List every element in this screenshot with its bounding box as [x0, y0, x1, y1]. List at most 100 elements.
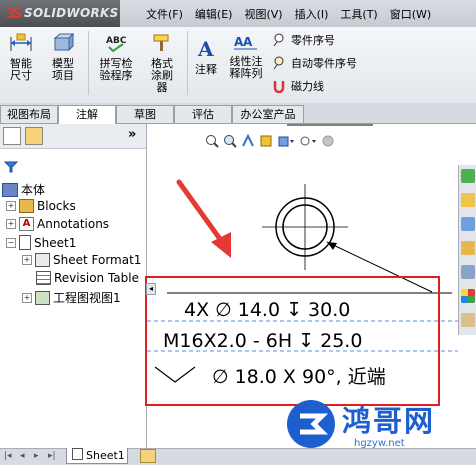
model-items-button[interactable]: 模型项目	[44, 32, 82, 82]
auto-balloon-button[interactable]: 自动零件序号	[272, 55, 357, 71]
spell-check-icon: ABC	[106, 36, 127, 53]
sheet-nav-last-icon[interactable]: ▸|	[48, 451, 56, 461]
filter-icon[interactable]	[4, 161, 18, 173]
svg-text:A: A	[197, 37, 214, 59]
design-library-icon[interactable]	[461, 193, 475, 207]
spell-checker-button[interactable]: ABC 拼写检验程序	[92, 33, 140, 82]
sheet-tab[interactable]: Sheet1	[66, 448, 128, 464]
red-arrow-annotation	[176, 179, 231, 258]
format-painter-button[interactable]: 格式涂刷器	[142, 33, 182, 94]
balloon-label: 零件序号	[291, 34, 335, 47]
drawing-icon	[2, 182, 18, 197]
menu-edit[interactable]: 编辑(E)	[189, 6, 239, 22]
sheet-format-icon	[35, 253, 50, 267]
add-sheet-icon[interactable]	[140, 449, 156, 463]
tab-evaluate[interactable]: 评估	[174, 105, 232, 123]
tree-item-label: Sheet1	[34, 235, 77, 250]
property-manager-tab-icon[interactable]	[25, 127, 43, 145]
auto-balloon-label: 自动零件序号	[291, 57, 357, 70]
sheet-nav-next-icon[interactable]: ▸	[34, 451, 39, 461]
tree-item-label: 本体	[21, 183, 46, 197]
hole-callout-line-3[interactable]: ∅ 18.0 X 90°, 近端	[212, 362, 386, 389]
model-items-label: 模型项目	[52, 57, 74, 82]
expand-icon[interactable]: +	[22, 255, 32, 265]
collapse-icon[interactable]: −	[6, 237, 16, 248]
hole-callout-line-1[interactable]: 4X ∅ 14.0 ↧ 30.0	[184, 299, 350, 321]
tree-item-blocks[interactable]: + Blocks	[6, 199, 76, 213]
tree-item-sheet1[interactable]: − Sheet1	[6, 235, 76, 250]
menu-tools[interactable]: 工具(T)	[334, 6, 383, 22]
file-explorer-icon[interactable]	[461, 217, 475, 231]
tab-annotation[interactable]: 注解	[58, 105, 116, 124]
format-painter-icon	[153, 34, 169, 51]
tab-sketch[interactable]: 草图	[116, 105, 174, 123]
custom-properties-icon[interactable]	[461, 313, 475, 327]
tree-item-sheet-format[interactable]: + Sheet Format1	[22, 253, 141, 267]
table-icon	[36, 271, 51, 285]
watermark-url: hgzyw.net	[354, 438, 405, 449]
menu-file[interactable]: 文件(F)	[140, 6, 189, 22]
sheet-icon	[72, 448, 83, 460]
sheet-tab-label: Sheet1	[86, 449, 125, 462]
menu-insert[interactable]: 插入(I)	[289, 6, 335, 22]
expand-icon[interactable]: +	[6, 219, 16, 229]
magnetic-line-label: 磁力线	[291, 80, 324, 93]
expand-icon[interactable]: +	[22, 292, 32, 303]
solidworks-logo-icon: 3 S	[6, 7, 22, 20]
svg-text:S: S	[13, 7, 22, 20]
folder-icon[interactable]	[461, 241, 475, 255]
format-painter-label: 格式涂刷器	[151, 57, 173, 94]
tab-view-layout[interactable]: 视图布局	[0, 105, 58, 123]
smart-dimension-label: 智能尺寸	[10, 57, 32, 82]
linear-note-pattern-label: 线性注释阵列	[229, 55, 263, 80]
balloon-button[interactable]: 零件序号	[272, 32, 335, 48]
panel-collapse-icon[interactable]: »	[128, 127, 136, 142]
linear-note-pattern-button[interactable]: A A 线性注释阵列	[224, 33, 268, 80]
panel-toolbar: »	[0, 124, 146, 149]
magnetic-line-icon	[273, 81, 285, 93]
appearances-icon[interactable]	[461, 289, 475, 303]
smart-dimension-button[interactable]: 智能尺寸	[2, 33, 40, 82]
magnetic-line-button[interactable]: 磁力线	[272, 78, 324, 94]
menu-window[interactable]: 窗口(W)	[384, 6, 437, 22]
panel-splitter-arrow-icon[interactable]: ◂	[146, 283, 156, 295]
note-button[interactable]: A 注释	[189, 37, 223, 76]
smart-dimension-icon	[10, 33, 32, 51]
expand-icon[interactable]: +	[6, 201, 16, 211]
tree-item-root[interactable]: 本体	[2, 181, 45, 198]
tree-item-label: Blocks	[37, 199, 76, 213]
ribbon-separator	[88, 31, 89, 95]
watermark-logo-icon	[287, 400, 335, 448]
feature-tree-tab-icon[interactable]	[3, 127, 21, 145]
menu-bar: 文件(F) 编辑(E) 视图(V) 插入(I) 工具(T) 窗口(W)	[140, 6, 437, 22]
solidworks-resources-icon[interactable]	[461, 169, 475, 183]
tree-item-label: Sheet Format1	[53, 253, 142, 267]
note-label: 注释	[195, 63, 217, 76]
model-items-icon	[53, 32, 75, 52]
view-palette-icon[interactable]	[461, 265, 475, 279]
tree-item-label: Annotations	[37, 217, 110, 231]
annotations-icon: A	[19, 217, 34, 231]
tree-item-label: 工程图视图1	[53, 291, 121, 305]
ribbon-separator	[187, 31, 188, 95]
command-manager-tabs: 视图布局 注解 草图 评估 办公室产品	[0, 103, 476, 124]
sheet-nav-first-icon[interactable]: |◂	[4, 451, 12, 461]
app-logo-text: SOLIDWORKS	[24, 6, 119, 20]
menu-view[interactable]: 视图(V)	[238, 6, 288, 22]
tab-office-products[interactable]: 办公室产品	[232, 105, 304, 123]
task-pane	[458, 165, 476, 335]
command-ribbon: 智能尺寸 模型项目 ABC 拼写检验程序 格式涂刷器 A 注释 A A 线性注释…	[0, 27, 476, 104]
spell-checker-label: 拼写检验程序	[99, 57, 133, 82]
svg-text:A: A	[243, 35, 253, 49]
linear-note-pattern-icon: A A	[234, 35, 257, 50]
app-logo-area: 3 S SOLIDWORKS	[0, 0, 120, 27]
tree-item-annotations[interactable]: + A Annotations	[6, 217, 109, 231]
tree-item-drawing-view[interactable]: + 工程图视图1	[22, 289, 121, 306]
hole-callout-line-2[interactable]: M16X2.0 - 6H ↧ 25.0	[163, 330, 362, 352]
sheet-icon	[19, 235, 31, 250]
tree-item-label: Revision Table	[54, 271, 139, 285]
svg-text:ABC: ABC	[106, 36, 127, 46]
tree-item-revision-table[interactable]: Revision Table	[36, 271, 139, 285]
watermark-text: 鸿哥网	[342, 404, 436, 438]
sheet-nav-prev-icon[interactable]: ◂	[20, 451, 25, 461]
